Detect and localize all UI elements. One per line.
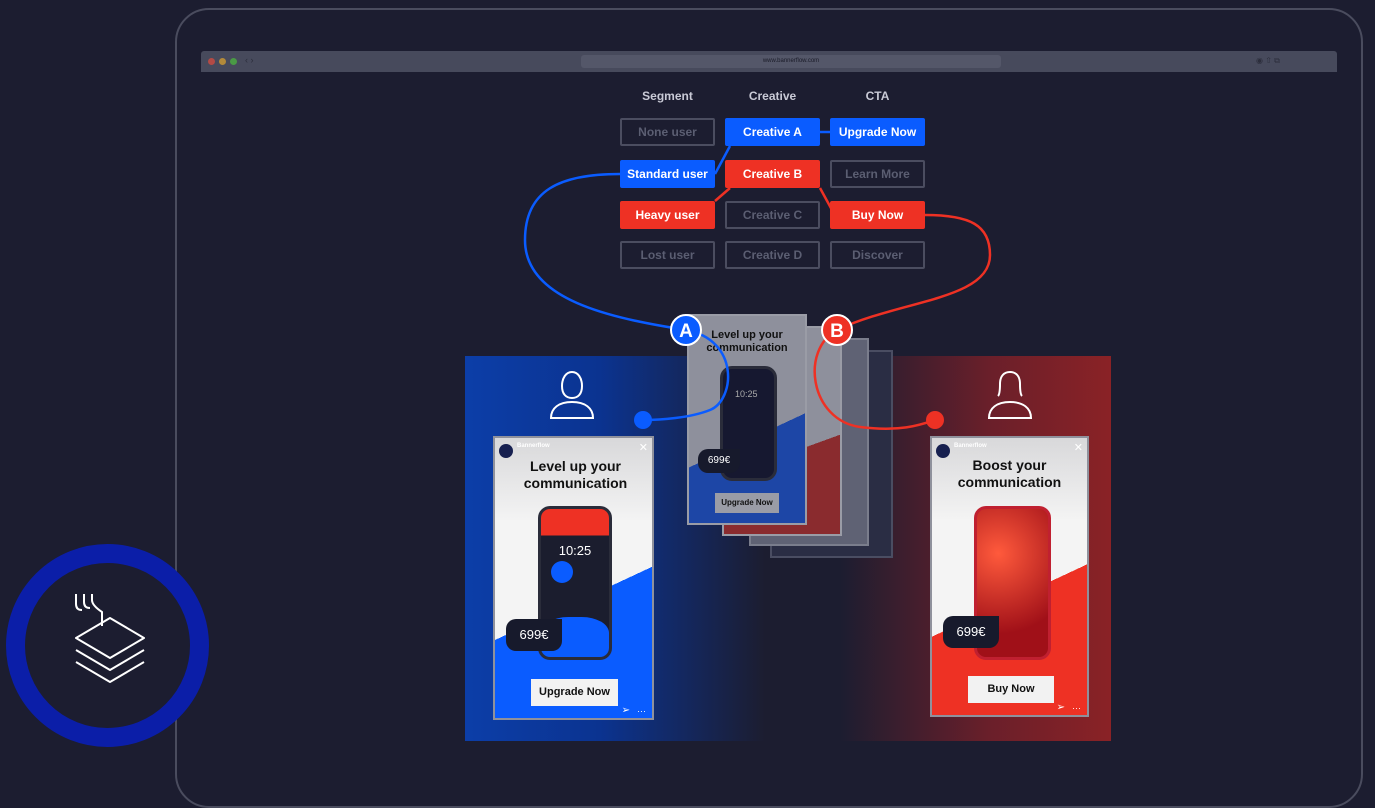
badge-a: A bbox=[670, 314, 702, 346]
badge-b: B bbox=[821, 314, 853, 346]
blue-connector bbox=[713, 130, 830, 175]
red-connector bbox=[836, 213, 992, 332]
red-connector bbox=[714, 187, 834, 211]
blue-connector bbox=[523, 172, 687, 332]
blue-endpoint-dot bbox=[634, 411, 652, 429]
red-endpoint-dot bbox=[926, 411, 944, 429]
layers-icon bbox=[75, 594, 145, 683]
